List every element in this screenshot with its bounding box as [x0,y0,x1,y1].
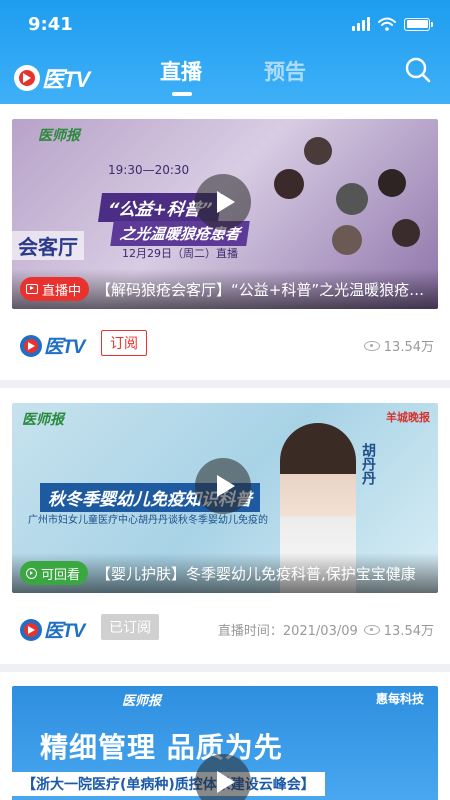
nav-bar: 医TV 直播 预告 [0,52,450,96]
status-icons [352,17,433,31]
battery-icon [404,17,433,31]
card-footer: 医TV 已订阅 直播时间：2021/03/09 13.54万 [0,600,450,656]
thumbnail-headline-2: 【浙大一院医疗(单病种)质控体系建设云峰会】 [12,772,325,796]
status-badge-label: 直播中 [42,283,82,299]
thumbnail-brand: 医师报 [122,694,162,709]
thumbnail-headline-1: 精细管理 品质为先 [40,731,283,764]
video-card[interactable]: 医师报 惠每科技 精细管理 品质为先 【浙大一院医疗(单病种)质控体系建设云峰会… [0,672,450,800]
app-logo: 医TV [14,62,90,94]
thumbnail-left-label: 会客厅 [12,231,84,260]
play-icon[interactable] [195,174,251,230]
subscribed-button[interactable]: 已订阅 [101,614,159,640]
channel-name: 医TV [44,621,85,642]
view-count-value: 13.54万 [383,624,434,639]
thumbnail-right-brand: 羊城晚报 [386,411,430,424]
video-thumbnail[interactable]: 医师报 惠每科技 精细管理 品质为先 【浙大一院医疗(单病种)质控体系建设云峰会… [12,686,438,800]
thumbnail-headline-2: 广州市妇女儿童医疗中心胡丹丹谈秋冬季婴幼儿免疫的防治 [28,515,268,526]
tab-live[interactable]: 直播 [160,56,202,96]
logo-text: 医TV [42,67,90,92]
status-bar: 9:41 [0,14,450,36]
status-badge-label: 可回看 [41,567,81,583]
tab-bar: 直播 预告 [160,56,306,96]
thumbnail-brand: 医师报 [22,412,64,428]
video-caption: 可回看 【婴儿护肤】冬季婴幼儿免疫科普,保护宝宝健康 [12,553,438,593]
channel-logo[interactable]: 医TV [20,332,85,359]
logo-play-icon [20,334,42,357]
video-title[interactable]: 【婴儿护肤】冬季婴幼儿免疫科普,保护宝宝健康 [96,563,432,584]
tab-preview[interactable]: 预告 [264,56,306,86]
replay-card[interactable]: 医师报 羊城晚报 秋冬季婴幼儿免疫知识科普 广州市妇女儿童医疗中心胡丹丹谈秋冬季… [0,388,450,664]
thumbnail-brand: 医师报 [38,128,80,144]
live-tv-icon [26,284,38,294]
video-thumbnail[interactable]: 医师报 会客厅 “公益+科普” 之光温暖狼疮患者 19:30—20:30 12月… [12,119,438,309]
eye-icon [363,624,380,635]
app-header: 9:41 医TV 直播 预告 [0,0,450,104]
presenter-photo [274,169,304,199]
thumbnail-right-brand: 惠每科技 [375,692,424,706]
play-icon[interactable] [195,458,251,514]
presenter-photo [392,219,420,247]
view-count-value: 13.54万 [383,340,434,355]
logo-play-icon [14,65,40,91]
thumbnail-time: 19:30—20:30 [108,163,190,177]
wifi-icon [378,17,396,31]
replay-icon [26,567,37,579]
presenter-photo [336,183,368,215]
video-caption: 直播中 【解码狼疮会客厅】“公益+科普”之光温暖狼疮患者 [12,269,438,309]
live-time: 直播时间：2021/03/09 [217,624,358,639]
eye-icon [363,340,380,351]
presenter-photo [378,169,406,197]
card-footer: 医TV 订阅 13.54万 [0,316,450,372]
logo-play-icon [20,618,42,641]
search-icon[interactable] [404,56,432,84]
thumbnail-date: 12月29日（周二）直播 [122,247,238,260]
view-count: 13.54万 [363,336,434,355]
presenter-photo [332,225,362,255]
channel-logo[interactable]: 医TV [20,616,85,643]
status-badge: 直播中 [20,277,90,301]
channel-name: 医TV [44,337,85,358]
video-meta: 直播时间：2021/03/09 13.54万 [218,620,434,639]
subscribe-button[interactable]: 订阅 [101,330,147,356]
thumbnail-name: 胡丹丹 [360,443,376,485]
status-badge: 可回看 [20,561,89,585]
live-card[interactable]: 医师报 会客厅 “公益+科普” 之光温暖狼疮患者 19:30—20:30 12月… [0,104,450,380]
status-time: 9:41 [28,14,73,35]
cellular-signal-icon [352,17,370,31]
video-thumbnail[interactable]: 医师报 羊城晚报 秋冬季婴幼儿免疫知识科普 广州市妇女儿童医疗中心胡丹丹谈秋冬季… [12,403,438,593]
presenter-photo [304,137,332,165]
video-title[interactable]: 【解码狼疮会客厅】“公益+科普”之光温暖狼疮患者 [96,279,432,300]
